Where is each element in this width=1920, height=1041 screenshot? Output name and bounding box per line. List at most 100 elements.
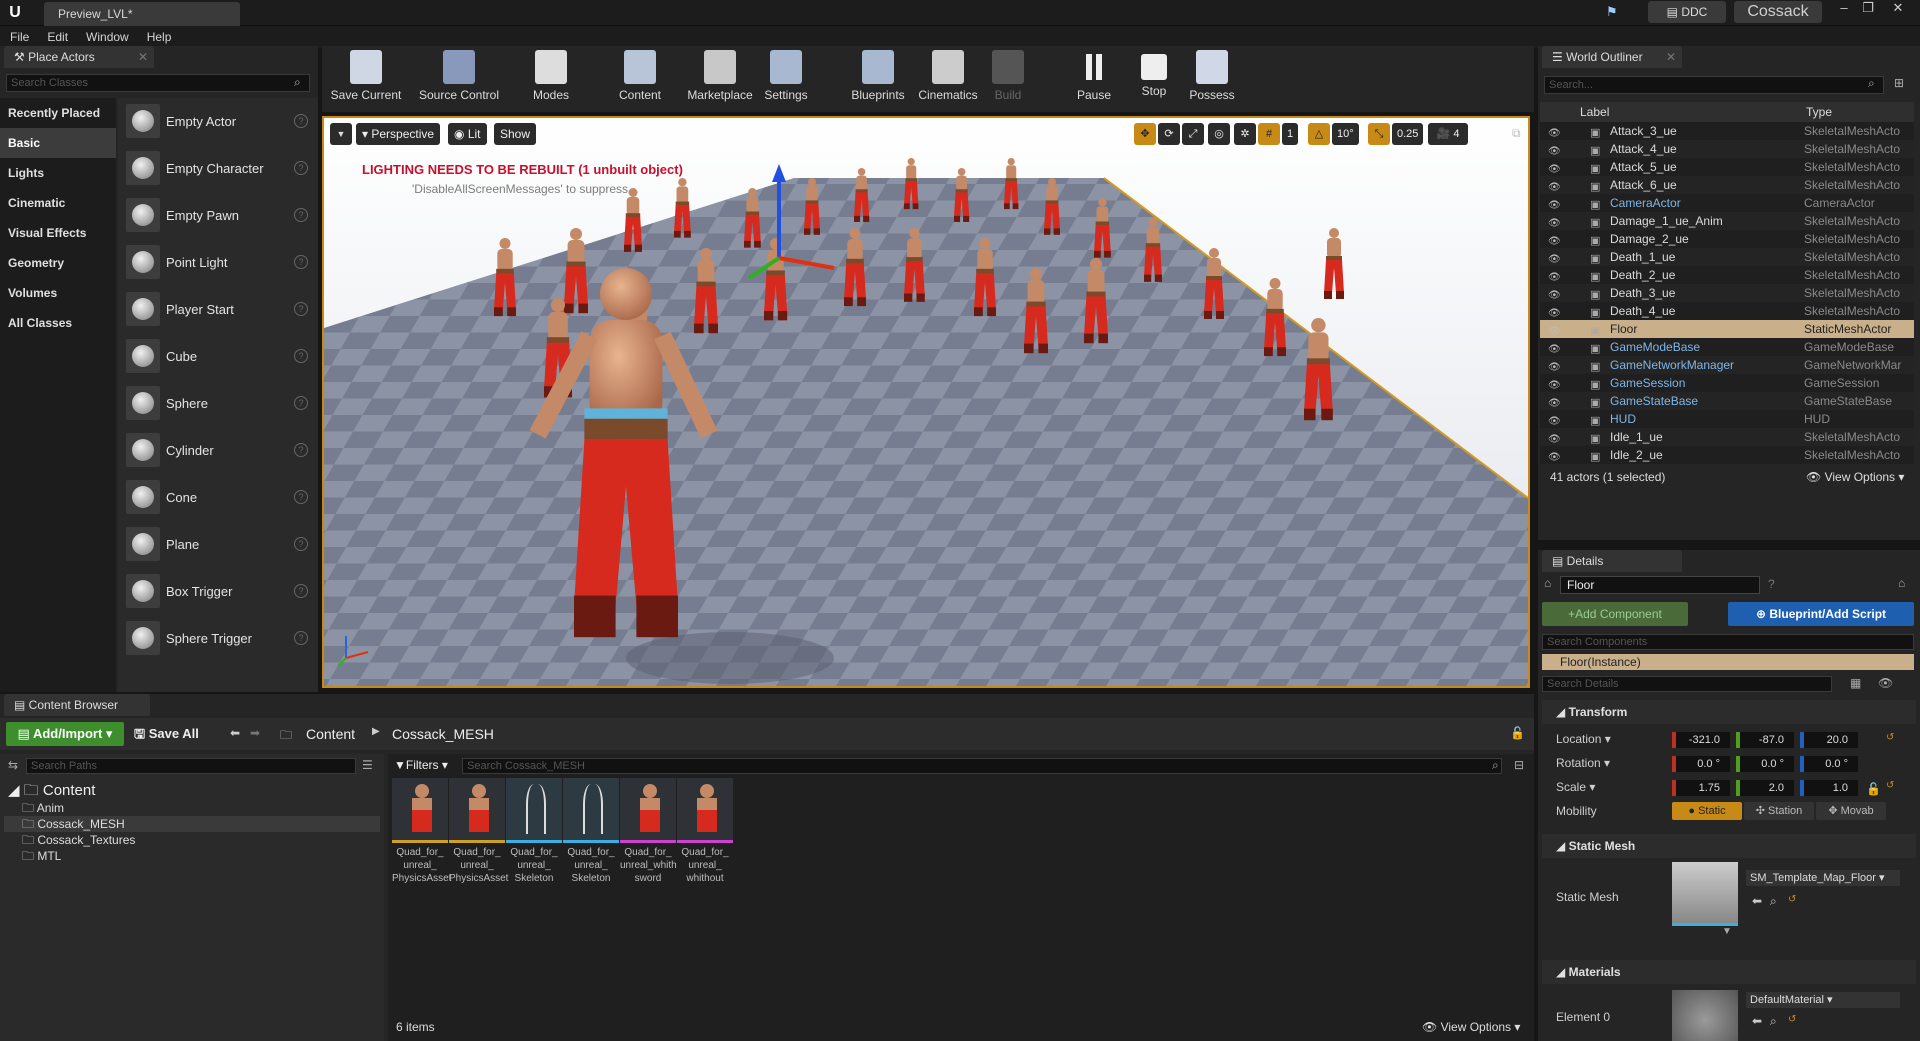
- category-all-classes[interactable]: All Classes: [0, 308, 116, 338]
- rotation-z-field[interactable]: 0.0 °: [1800, 756, 1858, 772]
- lit-button[interactable]: ◉ Lit: [448, 123, 487, 145]
- outliner-search-input[interactable]: Search...: [1544, 76, 1884, 94]
- blueprint-add-script-button[interactable]: ⊕ Blueprint/Add Script: [1728, 602, 1914, 626]
- visibility-eye-icon[interactable]: 👁: [1548, 395, 1562, 409]
- category-basic[interactable]: Basic: [0, 128, 116, 158]
- build-button[interactable]: Build: [986, 50, 1030, 110]
- help-icon[interactable]: ?: [294, 631, 308, 645]
- close-tab-icon[interactable]: ✕: [138, 46, 148, 68]
- place-actors-tab[interactable]: ⚒ Place Actors ✕: [4, 46, 154, 68]
- reset-mesh-icon[interactable]: ↺: [1788, 894, 1796, 905]
- outliner-row[interactable]: 👁 ▣ Idle_2_ue SkeletalMeshActo: [1540, 446, 1914, 464]
- scale-snap-icon[interactable]: ⤡: [1368, 123, 1390, 145]
- world-space-icon[interactable]: ◎: [1208, 123, 1230, 145]
- actor-item-cube[interactable]: Cube?: [118, 333, 318, 380]
- menu-window[interactable]: Window: [86, 30, 129, 44]
- reset-scale-icon[interactable]: ↺: [1886, 780, 1894, 791]
- visibility-eye-icon[interactable]: 👁: [1548, 161, 1562, 175]
- scale-tool-icon[interactable]: ⤢: [1182, 123, 1204, 145]
- view-options-button[interactable]: 👁 View Options ▾: [1806, 466, 1904, 488]
- content-button[interactable]: Content: [618, 50, 662, 110]
- source-control-button[interactable]: Source Control: [412, 50, 506, 110]
- static-mesh-thumbnail[interactable]: [1672, 862, 1738, 926]
- search-classes-input[interactable]: Search Classes: [6, 74, 310, 92]
- visibility-eye-icon[interactable]: 👁: [1548, 305, 1562, 319]
- browse-material-icon[interactable]: ⌕: [1770, 1014, 1777, 1029]
- ddc-button[interactable]: ▤ DDC: [1648, 1, 1726, 23]
- rotation-snap-icon[interactable]: △: [1308, 123, 1330, 145]
- asset-tile[interactable]: Quad_for_ unreal_ whithout: [677, 778, 739, 885]
- translate-tool-icon[interactable]: ✥: [1134, 123, 1156, 145]
- perspective-button[interactable]: ▾ Perspective: [356, 123, 441, 145]
- search-details-input[interactable]: Search Details: [1542, 676, 1832, 692]
- rotate-tool-icon[interactable]: ⟳: [1158, 123, 1180, 145]
- grid-snap-icon[interactable]: #: [1258, 123, 1280, 145]
- rotation-snap-value[interactable]: 10°: [1332, 123, 1359, 145]
- possess-button[interactable]: Possess: [1186, 50, 1238, 110]
- folder-cossack-textures[interactable]: 🗀 Cossack_Textures: [4, 832, 380, 848]
- location-label[interactable]: Location ▾: [1556, 732, 1611, 746]
- visibility-eye-icon[interactable]: 👁: [1548, 251, 1562, 265]
- search-components-input[interactable]: Search Components: [1542, 634, 1914, 650]
- reset-material-icon[interactable]: ↺: [1788, 1014, 1796, 1025]
- filters-button[interactable]: ▼Filters ▾: [394, 758, 448, 772]
- actor-item-point-light[interactable]: Point Light?: [118, 239, 318, 286]
- outliner-row[interactable]: 👁 ▣ Attack_3_ue SkeletalMeshActo: [1540, 122, 1914, 140]
- actor-item-sphere-trigger[interactable]: Sphere Trigger?: [118, 615, 318, 662]
- location-z-field[interactable]: 20.0: [1800, 732, 1858, 748]
- visibility-eye-icon[interactable]: 👁: [1548, 323, 1562, 337]
- help-icon[interactable]: ?: [294, 114, 308, 128]
- settings-button[interactable]: Settings: [760, 50, 812, 110]
- use-selected-icon[interactable]: ⬅: [1752, 894, 1762, 908]
- visibility-eye-icon[interactable]: 👁: [1548, 125, 1562, 139]
- rotation-label[interactable]: Rotation ▾: [1556, 756, 1610, 770]
- mobility-stationary-button[interactable]: ✣ Station: [1744, 802, 1814, 820]
- visibility-eye-icon[interactable]: 👁: [1548, 215, 1562, 229]
- component-instance-row[interactable]: Floor(Instance): [1542, 654, 1914, 670]
- save-current-button[interactable]: Save Current: [330, 50, 402, 110]
- visibility-eye-icon[interactable]: 👁: [1548, 233, 1562, 247]
- search-assets-input[interactable]: Search Cossack_MESH: [462, 758, 1502, 774]
- breadcrumb-content[interactable]: Content: [306, 726, 355, 742]
- viewport-scene[interactable]: [324, 118, 1528, 686]
- actor-item-sphere[interactable]: Sphere?: [118, 380, 318, 427]
- collapse-paths-icon[interactable]: ⇆: [8, 758, 18, 772]
- category-geometry[interactable]: Geometry: [0, 248, 116, 278]
- outliner-row[interactable]: 👁 ▣ GameModeBase GameModeBase: [1540, 338, 1914, 356]
- add-import-button[interactable]: ▤ Add/Import ▾: [6, 722, 124, 746]
- actor-item-player-start[interactable]: Player Start?: [118, 286, 318, 333]
- scale-label[interactable]: Scale ▾: [1556, 780, 1595, 794]
- transform-section[interactable]: ◢ Transform: [1542, 700, 1916, 724]
- category-recently-placed[interactable]: Recently Placed: [0, 98, 116, 128]
- outliner-row[interactable]: 👁 ▣ CameraActor CameraActor: [1540, 194, 1914, 212]
- outliner-row[interactable]: 👁 ▣ GameStateBase GameStateBase: [1540, 392, 1914, 410]
- folder-anim[interactable]: 🗀 Anim: [4, 800, 380, 816]
- minimize-icon[interactable]: –: [1834, 0, 1854, 16]
- help-icon[interactable]: ?: [294, 443, 308, 457]
- stop-button[interactable]: Stop: [1134, 50, 1174, 110]
- save-all-button[interactable]: 🖫 Save All: [134, 722, 199, 746]
- camera-speed-button[interactable]: 🎥 4: [1428, 123, 1468, 145]
- search-paths-input[interactable]: Search Paths: [26, 758, 356, 774]
- type-column-header[interactable]: Type: [1806, 105, 1832, 119]
- breadcrumb-cossack-mesh[interactable]: Cossack_MESH: [392, 726, 494, 742]
- outliner-row[interactable]: 👁 ▣ Death_4_ue SkeletalMeshActo: [1540, 302, 1914, 320]
- rotation-x-field[interactable]: 0.0 °: [1672, 756, 1730, 772]
- location-x-field[interactable]: -321.0: [1672, 732, 1730, 748]
- category-volumes[interactable]: Volumes: [0, 278, 116, 308]
- location-y-field[interactable]: -87.0: [1736, 732, 1794, 748]
- help-icon[interactable]: ?: [294, 537, 308, 551]
- category-lights[interactable]: Lights: [0, 158, 116, 188]
- pause-button[interactable]: Pause: [1074, 50, 1114, 110]
- visibility-eye-icon[interactable]: 👁: [1548, 431, 1562, 445]
- paths-menu-icon[interactable]: ☰: [362, 758, 373, 772]
- visibility-eye-icon[interactable]: 👁: [1548, 413, 1562, 427]
- category-cinematic[interactable]: Cinematic: [0, 188, 116, 218]
- outliner-row[interactable]: 👁 ▣ Damage_2_ue SkeletalMeshActo: [1540, 230, 1914, 248]
- help-icon[interactable]: ?: [294, 208, 308, 222]
- use-selected-material-icon[interactable]: ⬅: [1752, 1014, 1762, 1028]
- maximize-icon[interactable]: ❐: [1858, 0, 1878, 16]
- visibility-eye-icon[interactable]: 👁: [1548, 269, 1562, 283]
- folder-mtl[interactable]: 🗀 MTL: [4, 848, 380, 864]
- actor-item-cone[interactable]: Cone?: [118, 474, 318, 521]
